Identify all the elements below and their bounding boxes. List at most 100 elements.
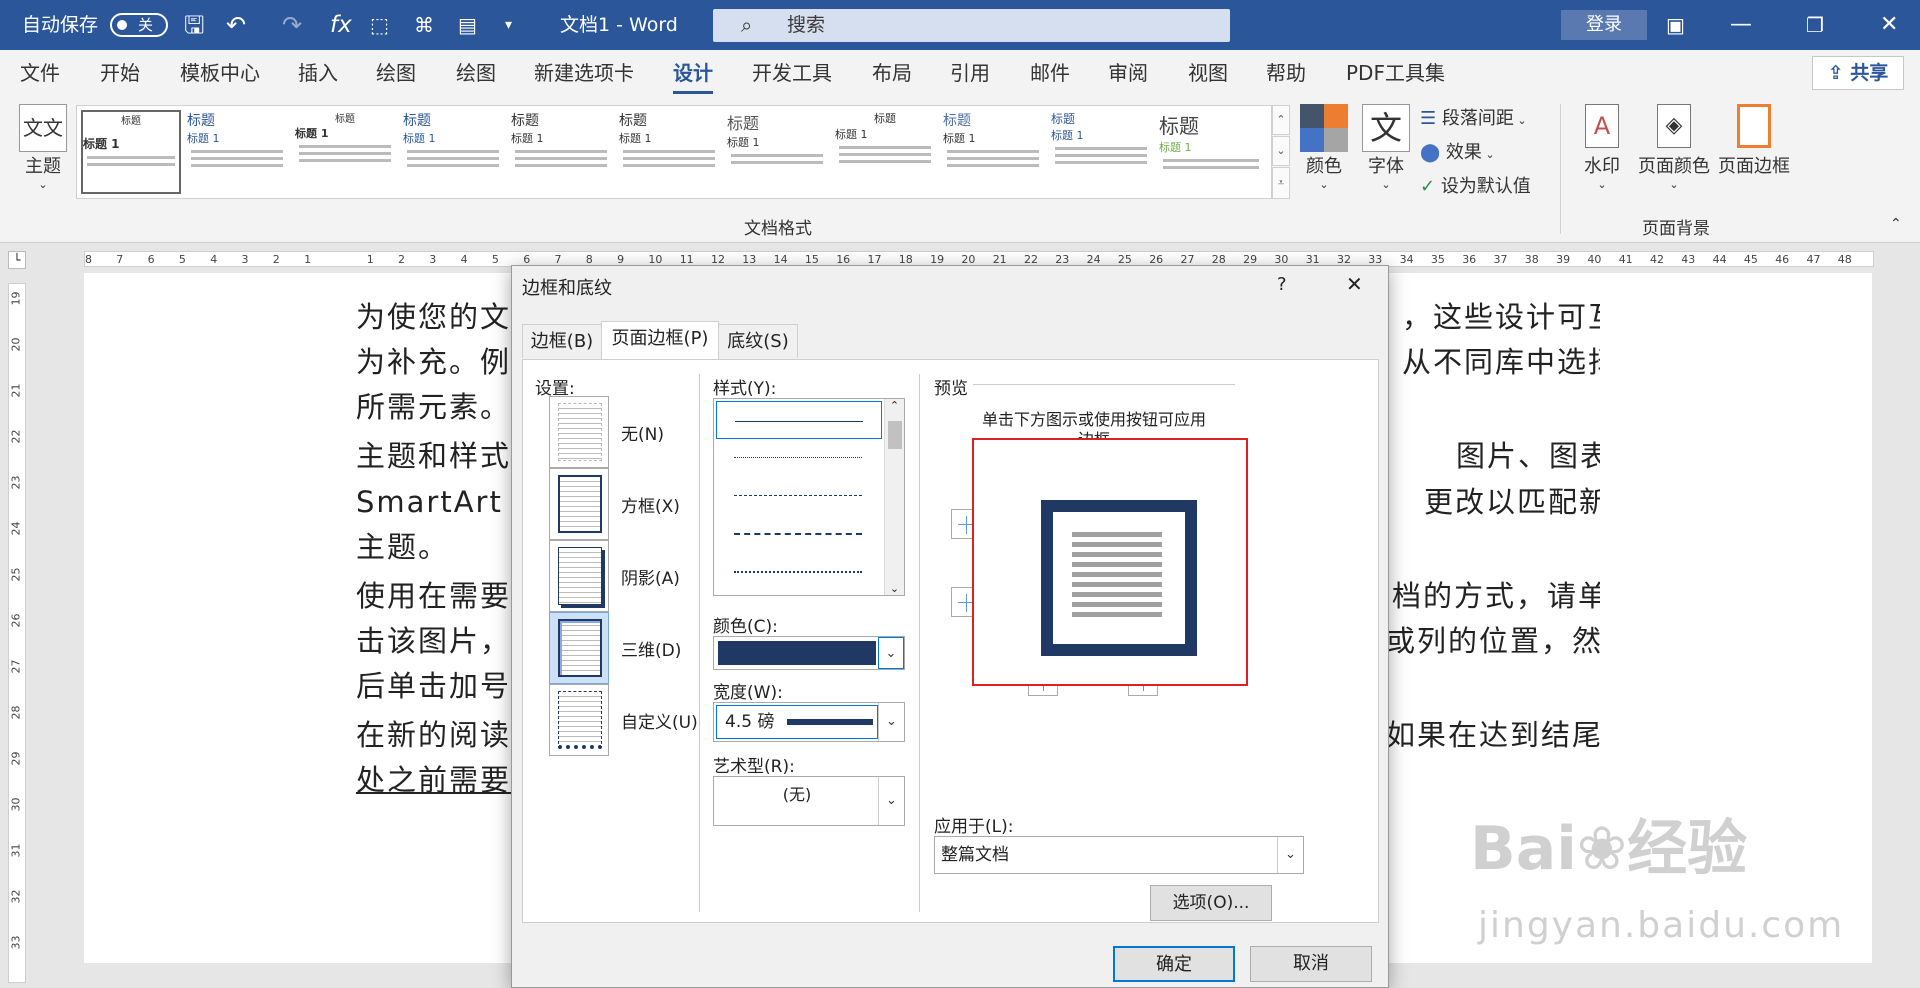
chevron-down-icon[interactable]: ⌄	[878, 703, 904, 741]
tab-home[interactable]: 开始	[100, 50, 140, 96]
setting-3d-label[interactable]: 三维(D)	[621, 636, 681, 661]
style-option-selected[interactable]	[716, 401, 882, 439]
setting-custom-icon[interactable]	[549, 684, 609, 756]
themes-button[interactable]: 文文 主题 ⌄	[16, 104, 70, 191]
tab-file[interactable]: 文件	[20, 50, 60, 96]
setting-box-label[interactable]: 方框(X)	[621, 492, 680, 517]
style-option-long-dashed[interactable]	[734, 533, 862, 535]
tab-draw-2[interactable]: 绘图	[456, 50, 496, 96]
tab-template-center[interactable]: 模板中心	[180, 50, 260, 96]
style-set-item[interactable]: 标题 标题 1	[187, 110, 287, 194]
search-box[interactable]: ⌕ 搜索	[713, 9, 1230, 42]
color-dropdown[interactable]: ⌄	[713, 636, 905, 670]
tab-selector-icon[interactable]: └	[8, 251, 26, 269]
formula-icon[interactable]: fx	[330, 0, 352, 50]
undo-icon[interactable]: ↶	[226, 0, 246, 50]
ok-button[interactable]: 确定	[1113, 946, 1235, 982]
style-list-scrollbar[interactable]: ⌃ ⌄	[884, 399, 904, 595]
tab-layout[interactable]: 布局	[872, 50, 912, 96]
preview-label: 预览	[934, 379, 968, 399]
menu-bar: 文件 开始 模板中心 插入 绘图 绘图 新建选项卡 设计 开发工具 布局 引用 …	[0, 50, 1920, 96]
setting-none-icon[interactable]	[549, 396, 609, 468]
style-set-item[interactable]: 标题 标题 1	[403, 110, 503, 194]
ribbon-display-icon[interactable]: ▣	[1666, 0, 1685, 50]
style-set-item[interactable]: 标题 标题 1	[727, 110, 827, 194]
effects-button[interactable]: ⬤ 效果 ⌄	[1420, 138, 1495, 164]
tab-references[interactable]: 引用	[950, 50, 990, 96]
scroll-down-icon[interactable]: ⌄	[885, 582, 904, 595]
vertical-ruler[interactable]: 19 20 21 22 23 24 25 26 27 28 29 30 31 32 33	[8, 283, 26, 983]
setting-shadow-label[interactable]: 阴影(A)	[621, 564, 680, 589]
minimize-icon[interactable]: —	[1730, 0, 1752, 50]
redo-icon[interactable]: ↷	[282, 0, 302, 50]
tab-borders[interactable]: 边框(B)	[522, 324, 602, 358]
width-dropdown[interactable]: 4.5 磅 ⌄	[713, 702, 905, 742]
fonts-button[interactable]: 文 字体 ⌄	[1360, 104, 1412, 191]
style-set-item[interactable]: 标题 标题 1	[1051, 110, 1151, 194]
restore-icon[interactable]: ❐	[1806, 0, 1824, 50]
options-button[interactable]: 选项(O)...	[1150, 885, 1272, 921]
select-icon[interactable]: ⬚	[370, 0, 389, 50]
setting-3d-icon[interactable]	[549, 612, 609, 684]
tab-help[interactable]: 帮助	[1266, 50, 1306, 96]
tab-draw[interactable]: 绘图	[376, 50, 416, 96]
style-set-item[interactable]: 标题 标题 1	[81, 110, 181, 194]
tab-review[interactable]: 审阅	[1108, 50, 1148, 96]
style-list[interactable]: ⌃ ⌄	[713, 398, 905, 596]
chevron-down-icon[interactable]: ⌄	[878, 777, 904, 825]
style-set-item[interactable]: 标题 标题 1	[835, 110, 935, 194]
page-borders-button[interactable]: 页面边框	[1716, 104, 1792, 178]
tab-insert[interactable]: 插入	[298, 50, 338, 96]
style-option-dashed[interactable]	[734, 495, 862, 496]
tab-view[interactable]: 视图	[1188, 50, 1228, 96]
scroll-thumb[interactable]	[888, 421, 902, 449]
login-button[interactable]: 登录	[1561, 10, 1647, 40]
save-icon[interactable]: 🖫	[184, 0, 204, 50]
chevron-down-icon[interactable]: ⌄	[1277, 837, 1303, 873]
gallery-scroll-up[interactable]: ⌃	[1272, 105, 1290, 135]
tab-new-tab[interactable]: 新建选项卡	[534, 50, 634, 96]
apply-to-dropdown[interactable]: 整篇文档 ⌄	[934, 836, 1304, 874]
setting-box-icon[interactable]	[549, 468, 609, 540]
watermark-button[interactable]: A 水印 ⌄	[1574, 104, 1630, 191]
cancel-button[interactable]: 取消	[1250, 946, 1372, 982]
close-icon[interactable]: ✕	[1346, 272, 1363, 296]
tab-page-border[interactable]: 页面边框(P)	[601, 321, 719, 359]
help-icon[interactable]: ?	[1277, 274, 1287, 295]
chevron-down-icon[interactable]: ⌄	[878, 637, 904, 669]
style-option-dash-dot[interactable]	[734, 571, 862, 573]
gallery-more[interactable]: ⩡	[1272, 167, 1290, 199]
style-set-item[interactable]: 标题 标题 1	[295, 110, 395, 194]
set-as-default-button[interactable]: ✓ 设为默认值	[1420, 172, 1531, 198]
tab-pdf-tools[interactable]: PDF工具集	[1346, 50, 1445, 96]
page-color-button[interactable]: ◈ 页面颜色 ⌄	[1636, 104, 1712, 191]
style-set-item[interactable]: 标题 标题 1	[619, 110, 719, 194]
style-set-item[interactable]: 标题 标题 1	[1159, 110, 1263, 194]
style-set-heading: 标题 1	[295, 127, 329, 140]
tab-developer[interactable]: 开发工具	[752, 50, 832, 96]
share-button[interactable]: ⇪ 共享	[1812, 56, 1904, 90]
ruler-number: 3	[241, 253, 249, 266]
paragraph-spacing-button[interactable]: ☰ 段落间距 ⌄	[1420, 104, 1527, 130]
colors-button[interactable]: 颜色 ⌄	[1298, 104, 1350, 191]
style-set-item[interactable]: 标题 标题 1	[511, 110, 611, 194]
style-set-item[interactable]: 标题 标题 1	[943, 110, 1043, 194]
preview-area[interactable]	[972, 438, 1248, 686]
scroll-up-icon[interactable]: ⌃	[885, 399, 904, 412]
style-option-dotted[interactable]	[734, 457, 862, 458]
setting-none-label[interactable]: 无(N)	[621, 420, 664, 445]
close-window-icon[interactable]: ✕	[1880, 0, 1898, 50]
tab-shading[interactable]: 底纹(S)	[718, 324, 798, 358]
autosave-toggle[interactable]: 关	[110, 13, 168, 37]
setting-shadow-icon[interactable]	[549, 540, 609, 612]
gallery-scroll-down[interactable]: ⌄	[1272, 136, 1290, 166]
document-icon[interactable]: ▤	[458, 0, 477, 50]
customize-toolbar-icon[interactable]: ▾	[505, 0, 512, 50]
hierarchy-icon[interactable]: ⌘	[414, 0, 434, 50]
tab-mailings[interactable]: 邮件	[1030, 50, 1070, 96]
line-right: 更改以匹配新的	[1424, 485, 1600, 519]
collapse-ribbon-icon[interactable]: ⌃	[1890, 216, 1902, 232]
tab-design[interactable]: 设计	[673, 50, 713, 96]
setting-custom-label[interactable]: 自定义(U)	[621, 708, 698, 733]
art-dropdown[interactable]: (无) ⌄	[713, 776, 905, 826]
